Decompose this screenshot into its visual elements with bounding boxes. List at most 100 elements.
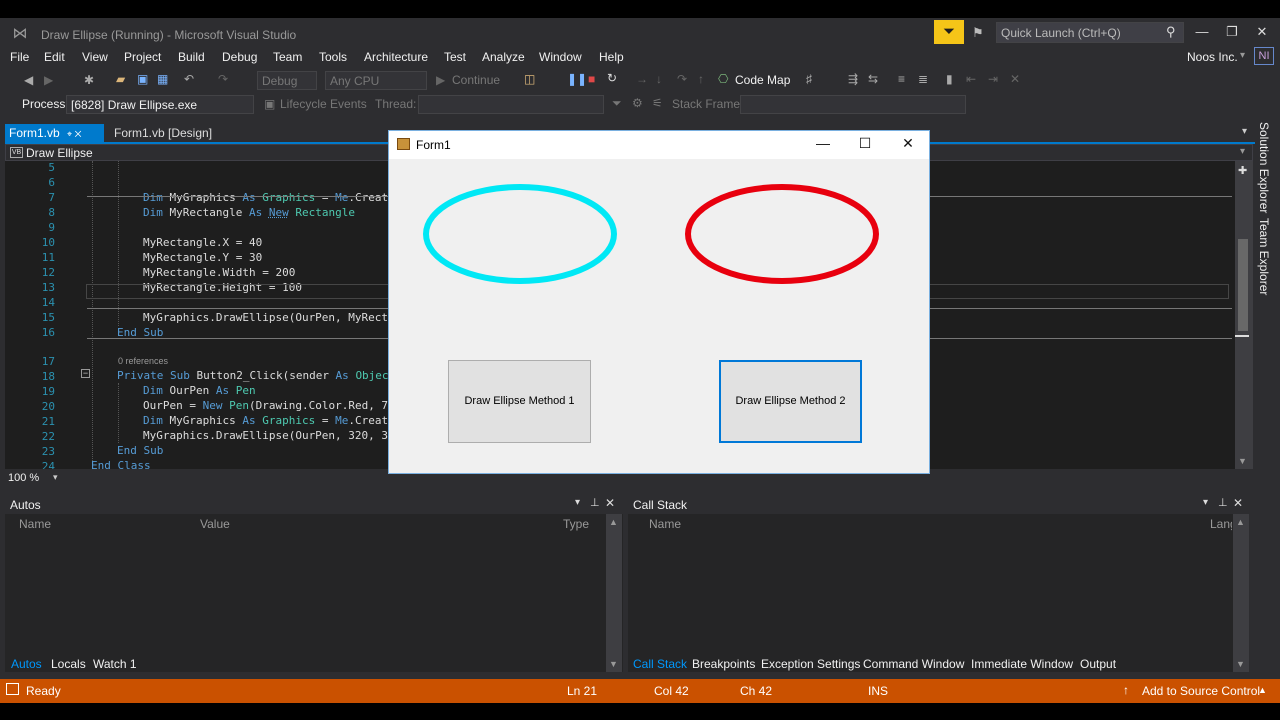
pin-icon[interactable]: ⊥	[1218, 496, 1228, 509]
continue-icon[interactable]: ▶	[436, 73, 445, 87]
menu-view[interactable]: View	[82, 50, 108, 64]
hex-display-icon[interactable]: ♯	[806, 72, 812, 86]
form-close-icon[interactable]: ✕	[898, 135, 918, 152]
editor-scrollbar[interactable]: ✚ ▼	[1235, 161, 1253, 469]
toggle-threads-icon[interactable]: ⚙	[632, 96, 643, 110]
new-project-icon[interactable]: ✱	[84, 73, 94, 87]
menu-team[interactable]: Team	[273, 50, 302, 64]
form-maximize-icon[interactable]: ☐	[855, 135, 875, 152]
pin-icon[interactable]: ⊥	[590, 496, 600, 509]
column-value[interactable]: Value	[200, 517, 230, 531]
pin-close-icon[interactable]: ⌖ ✕	[67, 129, 81, 139]
column-lang[interactable]: Lang	[1210, 517, 1232, 531]
back-icon[interactable]: ◀	[24, 73, 33, 87]
zoom-dropdown-icon[interactable]: ▾	[53, 472, 58, 483]
show-next-statement-icon[interactable]: →	[636, 72, 648, 86]
account-avatar[interactable]: NI	[1254, 47, 1274, 65]
solution-config-select[interactable]: Debug	[257, 71, 317, 90]
tab-command-window[interactable]: Command Window	[863, 657, 964, 671]
notifications-icon[interactable]: ⚑	[972, 25, 984, 41]
form1-title-bar[interactable]: Form1 — ☐ ✕	[389, 131, 929, 159]
pane-options-icon[interactable]: ▾	[575, 497, 580, 508]
codelens-references[interactable]: 0 references	[118, 356, 168, 366]
call-stack-scrollbar[interactable]: ▲ ▼	[1233, 514, 1249, 672]
minimize-icon[interactable]: —	[1192, 24, 1212, 39]
zoom-level[interactable]: 100 %	[8, 472, 39, 484]
column-name[interactable]: Name	[19, 517, 51, 531]
column-name[interactable]: Name	[649, 517, 681, 531]
close-pane-icon[interactable]: ✕	[605, 496, 615, 510]
draw-ellipse-method-1-button[interactable]: Draw Ellipse Method 1	[448, 360, 591, 443]
menu-help[interactable]: Help	[599, 50, 624, 64]
step-out-icon[interactable]: ↑	[698, 72, 704, 86]
quick-launch-input[interactable]: Quick Launch (Ctrl+Q)	[996, 22, 1184, 43]
scrollbar-thumb[interactable]	[1238, 239, 1248, 331]
menu-edit[interactable]: Edit	[44, 50, 65, 64]
process-select[interactable]: [6828] Draw Ellipse.exe	[66, 95, 254, 114]
close-icon[interactable]: ✕	[1252, 24, 1272, 40]
tab-watch-1[interactable]: Watch 1	[93, 657, 137, 671]
processes-icon[interactable]: ◫	[524, 72, 535, 86]
save-all-icon[interactable]: ▦	[157, 72, 168, 86]
redo-icon[interactable]: ↷	[218, 72, 228, 86]
continue-label[interactable]: Continue	[452, 73, 500, 87]
tab-call-stack[interactable]: Call Stack	[633, 657, 687, 671]
source-control-arrow-icon[interactable]: ↑	[1123, 683, 1129, 697]
add-to-source-control[interactable]: Add to Source Control	[1142, 684, 1260, 698]
scroll-down-icon[interactable]: ▼	[1238, 456, 1247, 466]
solution-explorer-tab[interactable]: Solution Explorer	[1257, 122, 1271, 213]
menu-analyze[interactable]: Analyze	[482, 50, 525, 64]
forward-icon[interactable]: ▶	[44, 73, 53, 87]
save-icon[interactable]: ▣	[137, 72, 148, 86]
lifecycle-events-label[interactable]: Lifecycle Events	[280, 97, 367, 111]
lifecycle-icon[interactable]: ▣	[264, 97, 275, 111]
close-pane-icon[interactable]: ✕	[1233, 496, 1243, 510]
account-dropdown-icon[interactable]: ▾	[1240, 50, 1245, 61]
team-explorer-tab[interactable]: Team Explorer	[1257, 218, 1271, 295]
stop-debugging-icon[interactable]: ■	[588, 72, 595, 86]
scroll-down-icon[interactable]: ▼	[1236, 659, 1245, 669]
tab-immediate-window[interactable]: Immediate Window	[971, 657, 1073, 671]
menu-file[interactable]: File	[10, 50, 29, 64]
tab-autos[interactable]: Autos	[11, 657, 42, 671]
code-map-icon[interactable]: ⎔	[718, 72, 728, 86]
source-control-up-icon[interactable]: ▲	[1258, 685, 1267, 695]
menu-window[interactable]: Window	[539, 50, 582, 64]
tab-overflow-icon[interactable]: ▾	[1242, 126, 1247, 137]
nav-dropdown-icon[interactable]: ▾	[1240, 146, 1245, 157]
navigation-project-label[interactable]: Draw Ellipse	[26, 146, 93, 160]
comment-icon[interactable]: ≡	[898, 72, 905, 86]
solution-platform-select[interactable]: Any CPU	[325, 71, 427, 90]
scroll-up-icon[interactable]: ▲	[1236, 517, 1245, 527]
account-name[interactable]: Noos Inc.	[1187, 50, 1238, 64]
filter-threads-icon[interactable]: ⏷	[612, 96, 622, 111]
tab-form1-vb[interactable]: Form1.vb ⌖ ✕	[5, 124, 104, 142]
restart-icon[interactable]: ↻	[607, 71, 617, 85]
thread-select[interactable]	[418, 95, 604, 114]
code-map-label[interactable]: Code Map	[735, 73, 790, 87]
break-all-icon[interactable]: ❚❚	[567, 72, 587, 86]
uncomment-icon[interactable]: ≣	[918, 72, 928, 86]
menu-build[interactable]: Build	[178, 50, 205, 64]
menu-tools[interactable]: Tools	[319, 50, 347, 64]
scroll-down-icon[interactable]: ▼	[609, 659, 618, 669]
stack-frame-select[interactable]	[740, 95, 966, 114]
thread-icon[interactable]: ⇶	[848, 72, 858, 86]
tab-form1-design[interactable]: Form1.vb [Design]	[114, 126, 212, 140]
pane-options-icon[interactable]: ▾	[1203, 497, 1208, 508]
show-external-icon[interactable]: ⚟	[652, 96, 663, 110]
output-window-icon[interactable]	[6, 683, 19, 695]
column-type[interactable]: Type	[563, 517, 589, 531]
form1-window[interactable]: Form1 — ☐ ✕ Draw Ellipse Method 1 Draw E…	[388, 130, 930, 474]
tab-locals[interactable]: Locals	[51, 657, 86, 671]
tab-exception-settings[interactable]: Exception Settings	[761, 657, 860, 671]
feedback-filter-icon[interactable]: ⏷	[934, 20, 964, 44]
draw-ellipse-method-2-button[interactable]: Draw Ellipse Method 2	[719, 360, 862, 443]
open-file-icon[interactable]: ▰	[116, 72, 125, 86]
search-icon[interactable]: ⚲	[1166, 24, 1176, 40]
step-into-icon[interactable]: ↓	[656, 72, 662, 86]
split-icon[interactable]: ✚	[1238, 164, 1247, 177]
restore-icon[interactable]: ❐	[1222, 24, 1242, 40]
undo-icon[interactable]: ↶	[184, 72, 194, 86]
tab-breakpoints[interactable]: Breakpoints	[692, 657, 755, 671]
